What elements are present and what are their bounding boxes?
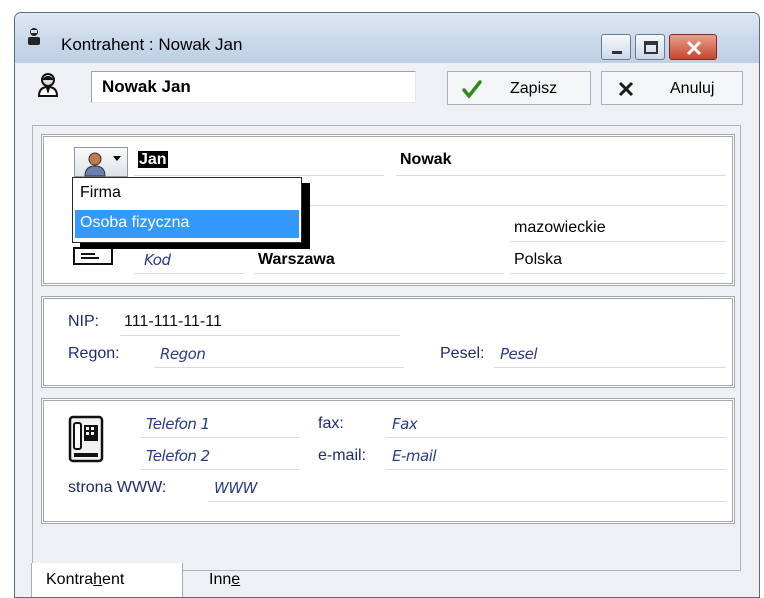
fax-label: fax: <box>318 415 344 432</box>
pesel-underline <box>494 367 726 368</box>
maximize-button[interactable] <box>635 34 665 60</box>
address-card-icon <box>73 247 113 265</box>
city-underline <box>254 273 504 274</box>
save-button[interactable]: Zapisz <box>447 71 591 105</box>
window-title: Kontrahent : Nowak Jan <box>61 35 243 54</box>
fax-field[interactable]: Fax <box>392 415 418 433</box>
checkmark-icon <box>462 80 482 99</box>
region-field[interactable]: mazowieckie <box>514 219 606 237</box>
first-name-underline <box>134 175 384 176</box>
tab-inne[interactable]: Inne <box>195 563 275 597</box>
close-icon <box>686 40 702 56</box>
email-label: e-mail: <box>318 447 367 464</box>
www-field[interactable]: WWW <box>214 479 258 497</box>
tab-kontrahent-label-b: ent <box>102 571 125 588</box>
tab-bar: Kontrahent Inne <box>15 557 759 597</box>
dropdown-option-firma[interactable]: Firma <box>75 180 299 208</box>
www-underline <box>208 501 726 502</box>
dialog-window: Kontrahent : Nowak Jan Nowak Jan Zapisz <box>14 12 760 598</box>
regon-underline <box>154 367 404 368</box>
contractor-type-dropdown[interactable]: Firma Osoba fizyczna <box>72 177 302 243</box>
main-panel: Jan Nowak mazowieckie Kod Warszawa Polsk… <box>32 125 741 571</box>
person-icon <box>37 73 59 97</box>
www-label: strona WWW: <box>68 479 167 496</box>
first-name-field[interactable]: Jan <box>138 151 168 169</box>
close-x-icon <box>618 81 634 97</box>
fax-underline <box>386 437 726 438</box>
postal-code-field[interactable]: Kod <box>144 251 171 269</box>
nip-underline <box>120 335 400 336</box>
person-type-icon <box>84 152 121 177</box>
minimize-button[interactable] <box>601 34 631 60</box>
close-window-button[interactable] <box>669 34 717 60</box>
pesel-label: Pesel: <box>440 345 485 362</box>
city-field[interactable]: Warszawa <box>258 251 335 269</box>
app-icon <box>28 28 40 45</box>
tab-kontrahent-label-a: Kontra <box>46 571 94 588</box>
last-name-underline <box>396 175 726 176</box>
contractor-name-field[interactable]: Nowak Jan <box>91 71 416 103</box>
tab-kontrahent[interactable]: Kontrahent <box>31 563 183 597</box>
country-underline <box>510 273 726 274</box>
phone2-underline <box>140 469 300 470</box>
save-button-label: Zapisz <box>510 80 558 97</box>
phone-icon <box>68 415 104 463</box>
phone1-field[interactable]: Telefon 1 <box>146 415 210 433</box>
phone2-field[interactable]: Telefon 2 <box>146 447 210 465</box>
country-field[interactable]: Polska <box>514 251 562 269</box>
nip-label: NIP: <box>68 313 100 330</box>
chevron-down-icon <box>113 156 121 161</box>
contact-section: Telefon 1 fax: Fax Telefon 2 e-mail: E-m… <box>41 398 735 524</box>
tab-inne-label-accel: e <box>231 571 241 588</box>
toolbar: Nowak Jan Zapisz Anuluj <box>15 63 759 113</box>
tab-kontrahent-label-accel: h <box>93 571 103 588</box>
dropdown-option-osoba-fizyczna[interactable]: Osoba fizyczna <box>75 210 299 238</box>
cancel-button[interactable]: Anuluj <box>601 71 743 105</box>
regon-label: Regon: <box>68 345 120 362</box>
nip-field[interactable]: 111-111-11-11 <box>124 313 222 331</box>
last-name-field[interactable]: Nowak <box>400 151 452 169</box>
tab-inne-label-a: Inn <box>209 571 232 588</box>
email-underline <box>386 469 726 470</box>
tax-section: NIP: 111-111-11-11 Regon: Regon Pesel: P… <box>41 296 735 388</box>
maximize-icon <box>644 41 658 54</box>
identity-section: Jan Nowak mazowieckie Kod Warszawa Polsk… <box>41 134 735 286</box>
pesel-field[interactable]: Pesel <box>500 345 538 363</box>
first-name-value: Jan <box>138 151 168 168</box>
cancel-button-label: Anuluj <box>670 80 715 97</box>
regon-field[interactable]: Regon <box>160 345 206 363</box>
phone1-underline <box>140 437 300 438</box>
minimize-icon <box>612 51 622 54</box>
region-underline <box>510 241 726 242</box>
contractor-type-button[interactable] <box>74 147 128 177</box>
postal-underline <box>134 273 244 274</box>
email-field[interactable]: E-mail <box>392 447 437 465</box>
title-bar[interactable]: Kontrahent : Nowak Jan <box>15 13 759 63</box>
